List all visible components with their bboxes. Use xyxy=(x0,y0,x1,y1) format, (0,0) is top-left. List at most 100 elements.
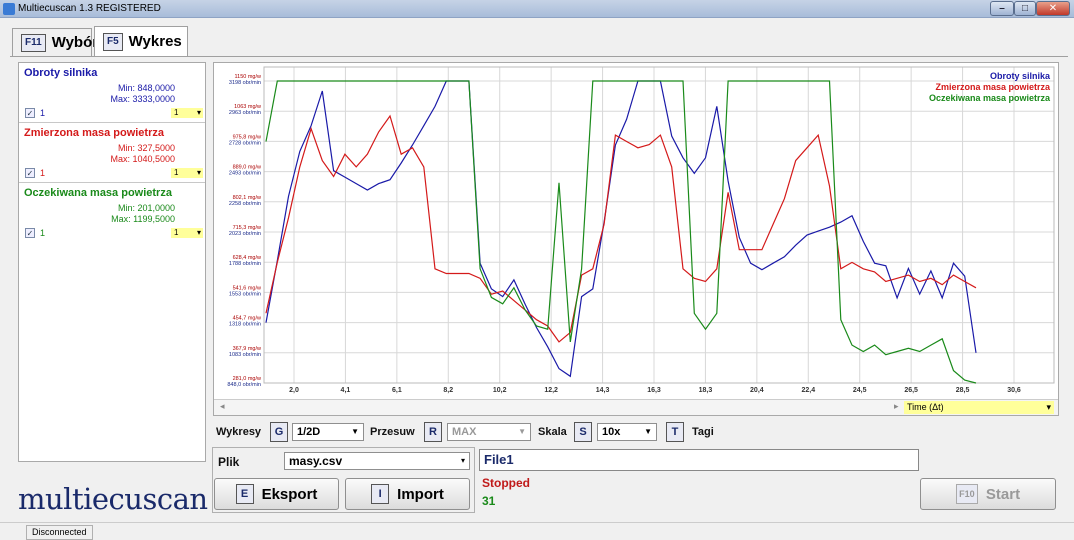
chevron-down-icon: ▾ xyxy=(196,168,201,177)
x-tick-label: 12,2 xyxy=(544,387,558,394)
chevron-down-icon: ▾ xyxy=(196,108,201,117)
legend-entry: Obroty silnika xyxy=(990,71,1051,81)
sensor-select[interactable]: 1 ▾ xyxy=(171,168,203,178)
tab-wykres[interactable]: F5 Wykres xyxy=(94,26,188,56)
sensor-select-value: 1 xyxy=(174,228,179,237)
tab-divider xyxy=(10,56,1068,57)
scroll-right-icon[interactable]: ▸ xyxy=(894,401,899,412)
scroll-left-icon[interactable]: ◂ xyxy=(220,401,225,412)
sensor-min: Min: 201,0000 xyxy=(117,203,175,213)
x-tick-label: 18,3 xyxy=(699,387,713,394)
chart-panel: 1150 mg/w 3198 obr/min 1063 mg/w 2963 obr/m… xyxy=(213,62,1059,416)
sensor-name: Zmierzona masa powietrza xyxy=(24,127,164,139)
y-tick-label: 2728 obr/min xyxy=(229,140,261,146)
sensor-checkbox[interactable]: ✓ xyxy=(25,228,35,238)
x-tick-label: 2,0 xyxy=(289,387,299,394)
sensor-select-value: 1 xyxy=(174,108,179,117)
legend-entry: Oczekiwana masa powietrza xyxy=(929,93,1051,103)
chevron-down-icon: ▼ xyxy=(351,427,359,436)
eksport-button[interactable]: E Eksport xyxy=(214,478,339,510)
skala-label: Skala xyxy=(538,426,567,438)
sensor-select[interactable]: 1 ▾ xyxy=(171,228,203,238)
x-tick-label: 22,4 xyxy=(801,387,815,394)
line-chart: 1150 mg/w3198 obr/min1063 mg/w2963 obr/m… xyxy=(227,66,1055,394)
wykresy-value: 1/2D xyxy=(297,426,321,438)
time-axis-select[interactable]: Time (Δt) ▾ xyxy=(904,401,1054,414)
series-line-0 xyxy=(265,80,977,378)
przesuw-label: Przesuw xyxy=(370,426,415,438)
sensor-checkbox[interactable]: ✓ xyxy=(25,108,35,118)
tab-label: Wybór xyxy=(51,34,99,51)
chevron-down-icon: ▼ xyxy=(644,427,652,436)
sensor-select-value: 1 xyxy=(174,168,179,177)
tab-label: Wykres xyxy=(128,33,182,50)
x-tick-label: 24,5 xyxy=(853,387,867,394)
y-tick-label: 1083 obr/min xyxy=(229,352,261,358)
start-button[interactable]: F10 Start xyxy=(920,478,1056,510)
y-tick-label: 1553 obr/min xyxy=(229,291,261,297)
log-status: Stopped xyxy=(482,476,530,490)
import-button[interactable]: I Import xyxy=(345,478,470,510)
legend-entry: Zmierzona masa powietrza xyxy=(935,82,1051,92)
import-label: Import xyxy=(397,485,444,503)
przesuw-value: MAX xyxy=(452,426,477,438)
sensor-item[interactable]: Zmierzona masa powietrza Min: 327,5000 M… xyxy=(19,123,205,183)
sensor-min: Min: 848,0000 xyxy=(117,83,175,93)
sensor-max: Max: 1040,5000 xyxy=(110,154,175,164)
maximize-button[interactable]: □ xyxy=(1014,1,1036,16)
sensor-checkbox[interactable]: ✓ xyxy=(25,168,35,178)
y-tick-label: 848,0 obr/min xyxy=(227,382,261,388)
sensor-item[interactable]: Obroty silnika Min: 848,0000 Max: 3333,0… xyxy=(19,63,205,123)
chart-scrollbar[interactable]: ◂ ▸ Time (Δt) ▾ xyxy=(214,399,1058,415)
time-axis-label: Time (Δt) xyxy=(907,402,944,412)
file-name-box: File1 xyxy=(479,449,919,471)
sensor-check-label: 1 xyxy=(40,108,46,118)
y-tick-label: 2023 obr/min xyxy=(229,231,261,237)
window-title: Multiecuscan 1.3 REGISTERED xyxy=(18,3,161,14)
tagi-key[interactable]: T xyxy=(666,422,684,442)
y-tick-label: 1318 obr/min xyxy=(229,322,261,328)
log-count: 31 xyxy=(482,494,496,508)
close-button[interactable]: ✕ xyxy=(1036,1,1070,16)
chevron-down-icon: ▾ xyxy=(196,228,201,237)
y-tick-label: 2493 obr/min xyxy=(229,171,261,177)
wykresy-select[interactable]: 1/2D ▼ xyxy=(292,423,364,441)
x-tick-label: 14,3 xyxy=(596,387,610,394)
sensor-check-label: 1 xyxy=(40,168,46,178)
przesuw-key[interactable]: R xyxy=(424,422,442,442)
file-select[interactable]: masy.csv ▾ xyxy=(284,452,470,470)
x-tick-label: 10,2 xyxy=(493,387,507,394)
minimize-button[interactable]: – xyxy=(990,1,1014,16)
y-tick-label: 3198 obr/min xyxy=(229,80,261,86)
x-tick-label: 26,5 xyxy=(904,387,918,394)
app-icon xyxy=(3,3,15,15)
y-tick-label: 1788 obr/min xyxy=(229,261,261,267)
chevron-down-icon: ▾ xyxy=(460,456,465,465)
start-key: F10 xyxy=(955,484,978,504)
skala-select[interactable]: 10x ▼ xyxy=(597,423,657,441)
y-tick-label: 2258 obr/min xyxy=(229,201,261,207)
plot-area xyxy=(263,66,1055,384)
window-titlebar: Multiecuscan 1.3 REGISTERED – □ ✕ xyxy=(0,0,1074,18)
sensor-min: Min: 327,5000 xyxy=(117,143,175,153)
y-tick-label: 2963 obr/min xyxy=(229,110,261,116)
x-tick-label: 28,5 xyxy=(956,387,970,394)
przesuw-select[interactable]: MAX ▼ xyxy=(447,423,531,441)
sensor-name: Oczekiwana masa powietrza xyxy=(24,187,172,199)
series-line-1 xyxy=(265,114,977,343)
statusbar: Disconnected xyxy=(0,522,1074,540)
eksport-label: Eksport xyxy=(261,485,318,503)
x-tick-label: 16,3 xyxy=(647,387,661,394)
sensor-item[interactable]: Oczekiwana masa powietrza Min: 201,0000 … xyxy=(19,183,205,243)
logo: multiecuscan xyxy=(18,482,208,516)
tab-key: F5 xyxy=(103,32,123,51)
sensor-max: Max: 3333,0000 xyxy=(110,94,175,104)
skala-key[interactable]: S xyxy=(574,422,592,442)
wykresy-key[interactable]: G xyxy=(270,422,288,442)
x-tick-label: 6,1 xyxy=(392,387,402,394)
wykresy-label: Wykresy xyxy=(216,426,262,438)
start-label: Start xyxy=(985,485,1021,503)
sensor-select[interactable]: 1 ▾ xyxy=(171,108,203,118)
tab-wybor[interactable]: F11 Wybór xyxy=(12,28,98,56)
import-key: I xyxy=(371,484,390,504)
